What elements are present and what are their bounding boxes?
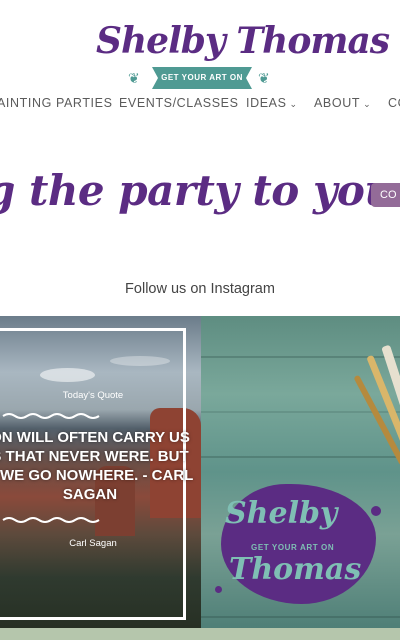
logo-tagline-banner: GET YOUR ART ON [152,67,252,89]
hero-headline: g the party to you! [0,166,400,215]
post-logo-line1: Shelby [225,496,338,531]
footer-strip [0,628,400,640]
chevron-down-icon: ⌄ [363,99,372,109]
nav-item-ideas[interactable]: IDEAS ⌄ [246,96,298,110]
contact-button[interactable]: CO [371,183,400,207]
quote-text: ON WILL OFTEN CARRY US S THAT NEVER WERE… [0,429,194,503]
nav-item-painting-parties[interactable]: AINTING PARTIES [0,96,113,110]
paint-drop [215,586,222,593]
nav-item-ideas-label: IDEAS [246,96,287,110]
logo-wordmark: Shelby Thomas [96,20,390,62]
wave-divider [2,413,100,419]
instagram-heading: Follow us on Instagram [125,281,275,297]
paint-drop [371,506,381,516]
quote-author: Carl Sagan [69,538,117,549]
post-logo-tagline: GET YOUR ART ON [251,543,335,552]
nav-item-about[interactable]: ABOUT ⌄ [314,96,371,110]
quote-heading: Today's Quote [62,390,124,401]
post-logo-line2: Thomas [229,552,362,587]
wood-grain [201,616,400,618]
nav-item-contact[interactable]: CO [388,96,400,110]
leaf-sprig-icon: ❦ [258,70,270,86]
nav-item-about-label: ABOUT [314,96,361,110]
wood-grain [201,456,400,458]
instagram-post-quote[interactable]: Today's Quote ON WILL OFTEN CARRY US S T… [0,316,201,628]
main-nav: AINTING PARTIES EVENTS/CLASSES IDEAS ⌄ AB… [0,96,400,114]
wave-divider [2,517,100,523]
chevron-down-icon: ⌄ [289,99,298,109]
wood-grain [201,411,400,413]
nav-item-events-classes[interactable]: EVENTS/CLASSES [119,96,239,110]
site-logo[interactable]: Shelby Thomas ❦ GET YOUR ART ON ❦ [0,10,400,89]
instagram-post-logo[interactable]: Shelby GET YOUR ART ON Thomas [201,316,400,628]
leaf-sprig-icon: ❦ [128,70,140,86]
